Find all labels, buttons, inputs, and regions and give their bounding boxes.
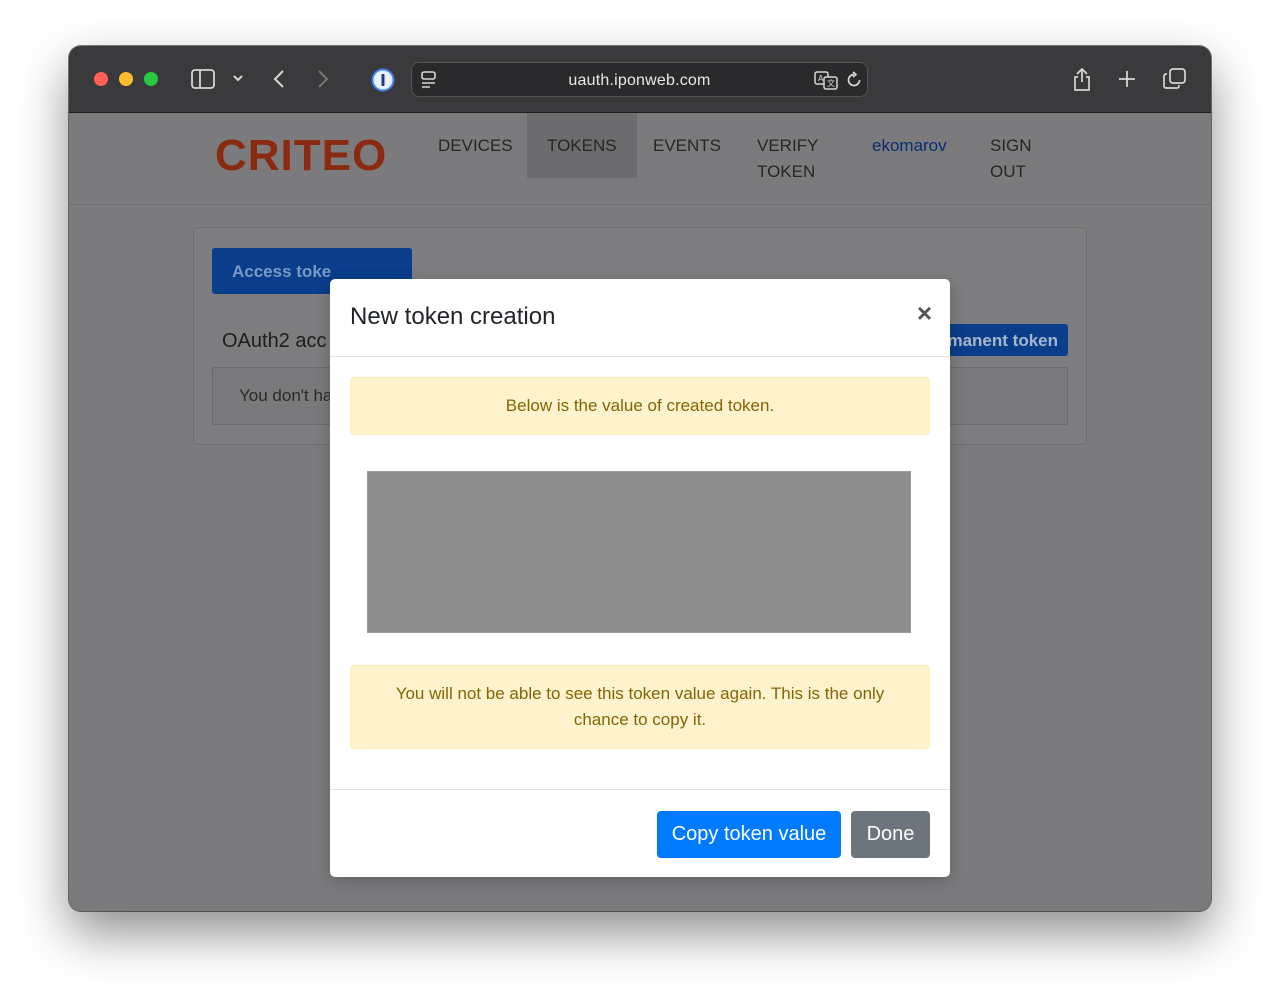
nav-verify-token[interactable]: VERIFY TOKEN: [757, 133, 827, 185]
info-alert: Below is the value of created token.: [350, 377, 930, 435]
nav-user[interactable]: ekomarov: [872, 133, 947, 159]
url-text: uauth.iponweb.com: [568, 72, 711, 89]
browser-window: uauth.iponweb.com A文 CRITEO DEVICES TOKE…: [69, 46, 1211, 911]
forward-icon[interactable]: [316, 69, 330, 89]
svg-text:A: A: [818, 74, 824, 83]
reload-icon[interactable]: [845, 71, 863, 89]
new-token-modal: New token creation × Below is the value …: [330, 279, 950, 877]
minimize-window-button[interactable]: [119, 72, 133, 86]
done-button[interactable]: Done: [851, 811, 930, 858]
back-icon[interactable]: [272, 69, 286, 89]
nav-tokens[interactable]: TOKENS: [527, 113, 637, 178]
criteo-logo[interactable]: CRITEO: [215, 131, 387, 181]
browser-toolbar: uauth.iponweb.com A文: [69, 46, 1211, 113]
close-icon[interactable]: ×: [917, 300, 932, 326]
modal-footer: Copy token value Done: [330, 789, 950, 877]
modal-header: New token creation ×: [330, 279, 950, 357]
sidebar-toggle-icon[interactable]: [191, 69, 215, 89]
share-icon[interactable]: [1072, 66, 1092, 92]
zoom-window-button[interactable]: [144, 72, 158, 86]
warning-alert: You will not be able to see this token v…: [350, 665, 930, 749]
address-bar[interactable]: uauth.iponweb.com A文: [411, 62, 868, 97]
close-window-button[interactable]: [94, 72, 108, 86]
svg-text:文: 文: [827, 78, 835, 88]
token-value-redacted[interactable]: [367, 471, 911, 633]
tab-overview-icon[interactable]: [1163, 68, 1187, 90]
password-manager-icon[interactable]: [371, 68, 395, 92]
site-navbar: CRITEO DEVICES TOKENS EVENTS VERIFY TOKE…: [69, 113, 1211, 205]
nav-devices[interactable]: DEVICES: [438, 133, 513, 159]
page-content: CRITEO DEVICES TOKENS EVENTS VERIFY TOKE…: [69, 113, 1211, 911]
new-tab-icon[interactable]: [1117, 69, 1137, 89]
translate-icon[interactable]: A文: [814, 70, 838, 90]
oauth2-heading: OAuth2 acc: [222, 330, 327, 352]
nav-events[interactable]: EVENTS: [653, 133, 721, 159]
nav-sign-out[interactable]: SIGN OUT: [990, 133, 1040, 185]
modal-title: New token creation: [350, 303, 556, 330]
copy-token-button[interactable]: Copy token value: [657, 811, 841, 858]
chevron-down-icon[interactable]: [232, 72, 244, 84]
